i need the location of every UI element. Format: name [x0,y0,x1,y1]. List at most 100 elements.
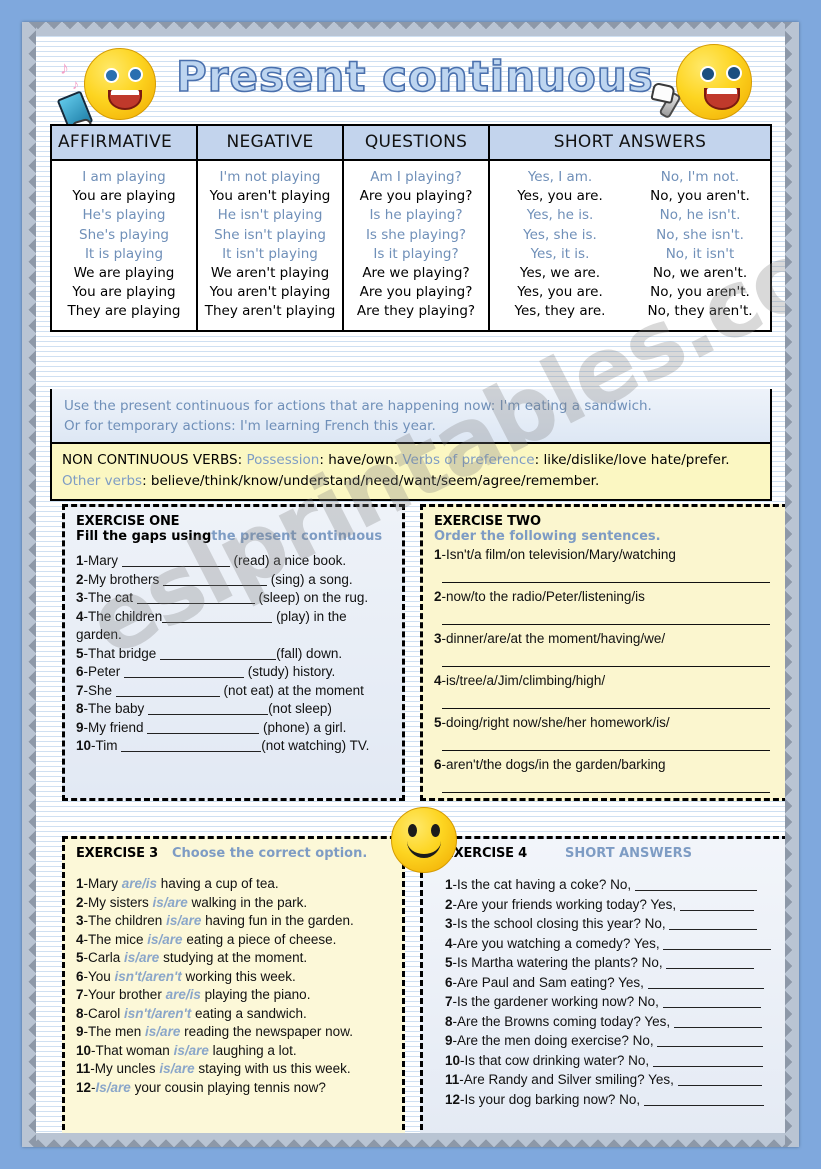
item-number: 9 [445,1033,453,1048]
answer-line[interactable] [442,691,770,709]
answer-blank[interactable] [673,1026,762,1028]
exercise-two-items: 1-Isn't/a film/on television/Mary/watchi… [434,546,776,793]
possession-label: Possession [246,452,320,468]
table-cell: They aren't playing [204,303,336,320]
option-choice[interactable]: is/are [174,1043,209,1058]
item-number: 2 [434,589,442,604]
exercise-item: 12-Is/are your cousin playing tennis now… [76,1079,326,1095]
table-cell: Is he playing? [369,207,463,224]
item-number: 12 [445,1091,461,1107]
answer-blank[interactable] [663,948,772,950]
table-cell: I'm not playing [219,169,321,185]
table-header-row: AFFIRMATIVE NEGATIVE QUESTIONS SHORT ANS… [52,126,770,161]
item-number: 10 [76,1042,92,1058]
exercise-item: 8-Are the Browns coming today? Yes, [445,1012,776,1032]
item-number: 7 [76,682,84,698]
non-continuous-title: NON CONTINUOUS VERBS: [62,452,243,468]
answer-blank[interactable] [115,695,220,697]
exercise-item: 5-Is Martha watering the plants? No, [445,953,776,973]
answer-blank[interactable] [124,677,245,678]
answer-line[interactable] [442,607,770,625]
answer-blank[interactable] [677,1085,762,1086]
answer-blank[interactable] [147,732,260,734]
exercise-item: 3-The cat (sleep) on the rug. [76,590,369,605]
table-cell: Yes, they are. [514,303,606,320]
column-header-negative: NEGATIVE [198,126,344,159]
worksheet-sheet: eslprintables.com ♪ ♪ Present continuous [22,22,799,1147]
item-number: 3 [76,913,84,928]
exercise-item: 6-Are Paul and Sam eating? Yes, [445,973,776,993]
option-choice[interactable]: isn't/aren't [124,1006,191,1021]
table-cell: She's playing [79,226,169,243]
answer-blank[interactable] [662,1007,761,1008]
answer-blank[interactable] [666,968,755,969]
table-cell: No, I'm not. [660,169,740,185]
exercise-one-title: EXERCISE ONE [76,514,180,529]
item-number: 5 [434,715,442,730]
column-header-questions: QUESTIONS [344,126,490,159]
border-zigzag-top-icon [22,22,799,36]
item-number: 7 [76,987,84,1002]
exercise-item: 7-Your brother are/is playing the piano. [76,987,311,1002]
answer-line[interactable] [442,733,770,751]
column-header-affirmative: AFFIRMATIVE [52,126,198,159]
item-number: 6 [445,974,453,990]
column-header-short-answers: SHORT ANSWERS [553,132,707,152]
answer-blank[interactable] [136,603,255,604]
option-choice[interactable]: is/are [153,895,188,910]
preference-verbs: : like/dislike/love hate/prefer. [534,452,730,468]
table-cell: Yes, you are. [517,284,603,301]
answer-blank[interactable] [148,714,269,715]
usage-note: Use the present continuous for actions t… [50,389,772,446]
item-number: 1 [76,553,84,568]
table-cell: Yes, he is. [526,207,594,224]
option-choice[interactable]: are/is [122,876,157,891]
answer-blank[interactable] [163,584,268,586]
item-number: 9 [76,719,84,735]
exercise-one-box: EXERCISE ONE Fill the gaps usingthe pres… [62,504,405,801]
option-choice[interactable]: is/are [147,932,182,947]
table-cell: No, we aren't. [652,265,748,282]
exercise-four-title: EXERCISE 4 [445,846,527,861]
table-body: I am playing You are playing He's playing S… [52,161,770,330]
answer-blank[interactable] [679,909,754,911]
answer-line[interactable] [442,775,770,793]
answer-blank[interactable] [160,658,277,660]
item-number: 4 [76,608,84,624]
option-choice[interactable]: is/are [166,913,201,928]
exercise-one-instruction-accent: the present continuous [211,529,383,544]
answer-blank[interactable] [643,1104,764,1106]
answer-blank[interactable] [652,1065,763,1067]
table-cell: You are playing [72,284,176,301]
answer-blank[interactable] [162,621,273,623]
table-cell: Are they playing? [356,303,476,320]
item-number: 11 [445,1072,460,1087]
table-cell: Are you playing? [359,284,473,301]
item-number: 12 [76,1079,92,1095]
exercise-two-title: EXERCISE TWO [434,514,541,529]
answer-blank[interactable] [121,751,262,752]
table-cell: We aren't playing [210,265,330,282]
answer-blank[interactable] [669,929,758,930]
option-choice[interactable]: is/are [124,950,159,965]
option-choice[interactable]: are/is [166,987,201,1002]
option-choice[interactable]: is/are [145,1024,180,1039]
item-number: 6 [434,757,442,772]
table-cell: He's playing [82,207,166,224]
table-cell: We are playing [73,265,175,282]
option-choice[interactable]: Is/are [96,1080,131,1095]
answer-blank[interactable] [634,890,757,891]
option-choice[interactable]: is/are [159,1061,194,1076]
answer-line[interactable] [442,649,770,667]
preference-label: Verbs of preference [402,452,535,468]
exercise-one-items: 1-Mary (read) a nice book. 2-My brothers … [76,552,393,756]
option-choice[interactable]: isn't/aren't [115,969,182,984]
answer-line[interactable] [442,565,770,583]
answer-blank[interactable] [121,566,230,567]
exercise-four-items: 1-Is the cat having a coke? No, 2-Are yo… [445,875,776,1109]
item-number: 5 [76,950,84,965]
answer-blank[interactable] [657,1046,764,1047]
item-number: 1 [76,876,84,891]
exercise-item: 6-Peter (study) history. [76,664,336,679]
answer-blank[interactable] [647,987,764,989]
